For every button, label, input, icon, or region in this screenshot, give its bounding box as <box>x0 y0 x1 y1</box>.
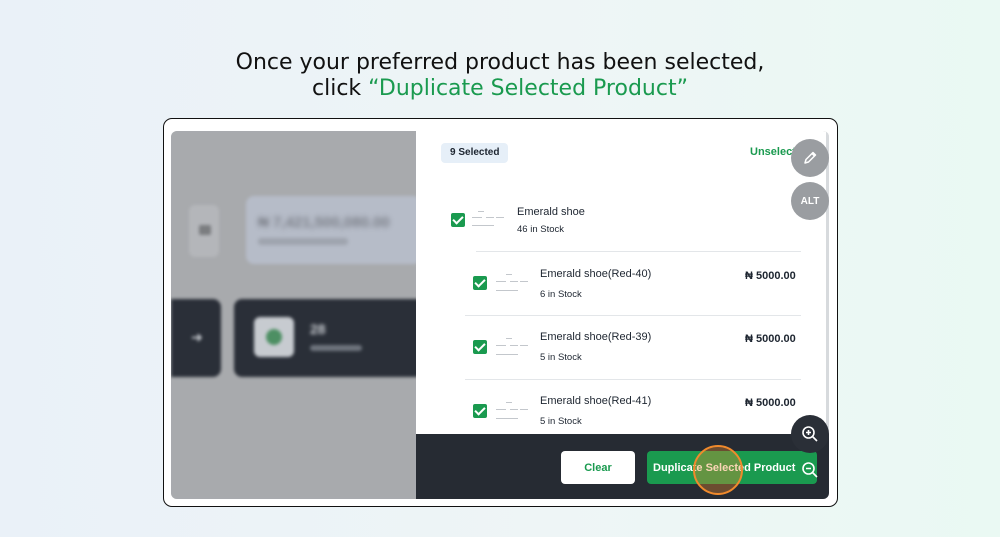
click-indicator <box>693 445 743 495</box>
bg-inventory-card: ₦ 7,421,500,080.00 <box>246 196 421 264</box>
zoom-in-icon <box>802 426 818 442</box>
app-screen: ₦ 7,421,500,080.00 ➜ 28 9 Selected Unsel… <box>171 131 829 499</box>
variant-name: Emerald shoe(Red-41) <box>540 395 652 407</box>
variant-checkbox[interactable] <box>473 404 487 418</box>
instruction-prefix: click <box>312 76 369 101</box>
bg-stat-icon-card <box>189 205 219 257</box>
product-thumbnail <box>472 207 508 235</box>
variant-price: ₦ 5000.00 <box>745 270 796 282</box>
bg-orders-card: 28 <box>234 299 424 377</box>
pencil-icon <box>804 151 817 164</box>
variant-stock: 5 in Stock <box>540 416 582 427</box>
product-stock: 46 in Stock <box>517 224 564 235</box>
variant-name: Emerald shoe(Red-39) <box>540 331 652 343</box>
panel-footer: Clear Duplicate Selected Product <box>416 434 829 499</box>
alt-label: ALT <box>800 195 820 207</box>
unselect-link[interactable]: Unselect <box>750 146 796 158</box>
wallet-icon <box>199 225 211 235</box>
row-divider <box>465 315 801 316</box>
product-name: Emerald shoe <box>517 206 585 218</box>
instruction-accent: “Duplicate Selected Product” <box>368 76 688 101</box>
clear-button[interactable]: Clear <box>561 451 635 484</box>
alt-text-button[interactable]: ALT <box>791 182 829 220</box>
zoom-out-icon <box>802 462 818 478</box>
variant-checkbox[interactable] <box>473 340 487 354</box>
variant-thumbnail <box>496 398 532 426</box>
product-checkbox[interactable] <box>451 213 465 227</box>
selected-count-badge: 9 Selected <box>441 143 509 163</box>
instruction-line-1: Once your preferred product has been sel… <box>235 50 765 75</box>
instruction-heading: Once your preferred product has been sel… <box>0 50 1000 102</box>
product-selection-panel: 9 Selected Unselect Emerald shoe 46 in S… <box>416 131 829 499</box>
variant-price: ₦ 5000.00 <box>745 333 796 345</box>
zoom-in-button[interactable] <box>791 415 829 453</box>
variant-thumbnail <box>496 270 532 298</box>
arrow-right-icon: ➜ <box>191 329 203 345</box>
row-divider <box>476 251 801 252</box>
edit-tool-button[interactable] <box>791 139 829 177</box>
variant-price: ₦ 5000.00 <box>745 397 796 409</box>
variant-name: Emerald shoe(Red-40) <box>540 268 652 280</box>
variant-thumbnail <box>496 334 532 362</box>
instruction-line-2: click “Duplicate Selected Product” <box>0 76 1000 102</box>
orders-icon <box>254 317 294 357</box>
bg-inventory-amount: ₦ 7,421,500,080.00 <box>258 214 390 231</box>
blurred-dashboard: ₦ 7,421,500,080.00 ➜ 28 <box>171 131 424 499</box>
bg-orders-caption <box>310 345 362 351</box>
screenshot-frame: ₦ 7,421,500,080.00 ➜ 28 9 Selected Unsel… <box>163 118 838 507</box>
variant-stock: 5 in Stock <box>540 352 582 363</box>
row-divider <box>465 379 801 380</box>
bg-nav-card: ➜ <box>171 299 221 377</box>
variant-stock: 6 in Stock <box>540 289 582 300</box>
zoom-out-button[interactable] <box>791 451 829 489</box>
scrollbar[interactable] <box>826 131 829 434</box>
bg-orders-count: 28 <box>310 321 326 337</box>
variant-checkbox[interactable] <box>473 276 487 290</box>
bg-inventory-caption <box>258 238 348 245</box>
